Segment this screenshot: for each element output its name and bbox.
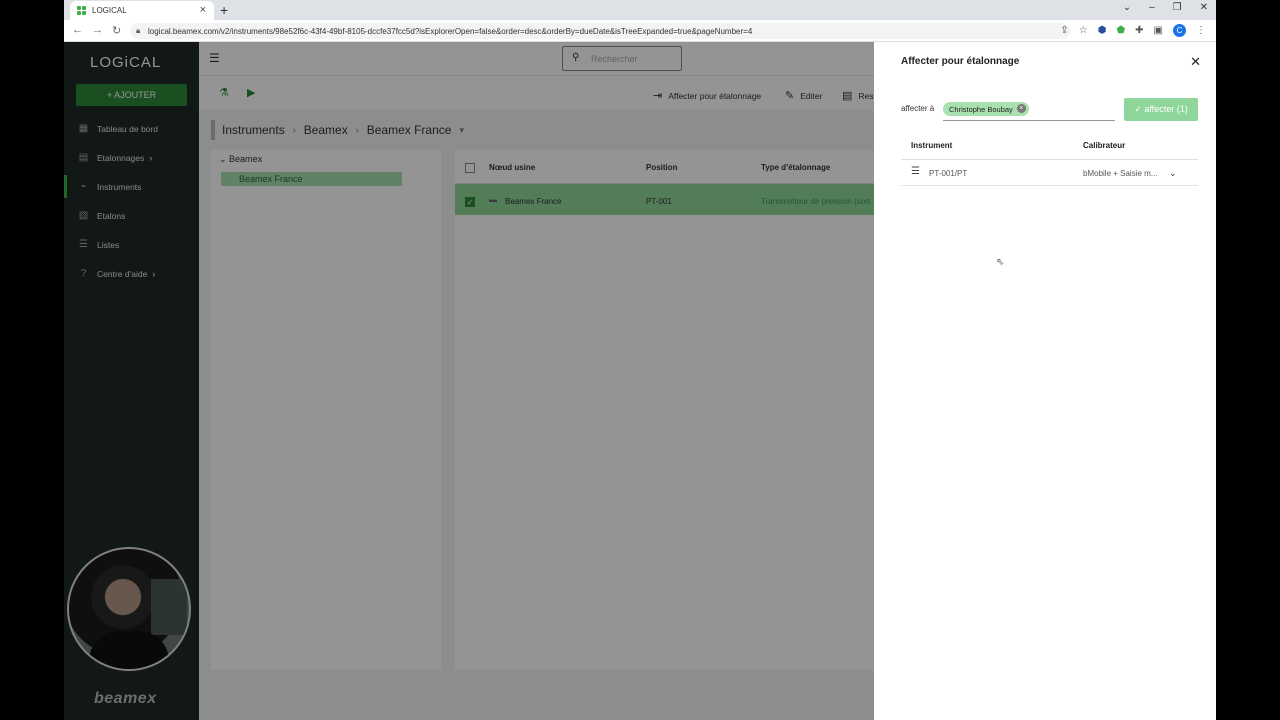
browser-tab-bar: LOGICAL × + ⌄ – ❐ ✕ [64, 0, 1216, 20]
reload-icon[interactable]: ↻ [112, 24, 121, 37]
browser-tab-title: LOGICAL [92, 6, 127, 15]
panel-title: Affecter pour étalonnage [901, 56, 1020, 67]
close-window-icon[interactable]: ✕ [1200, 2, 1208, 13]
share-icon[interactable]: ⇪ [1060, 25, 1068, 36]
instrument-cell: PT-001/PT [929, 169, 968, 178]
column-header: Calibrateur [1083, 141, 1126, 150]
transmitter-icon: ☰ [911, 166, 920, 177]
extensions-puzzle-icon[interactable]: ✚ [1135, 25, 1143, 36]
assign-button-label: affecter (1) [1144, 104, 1188, 114]
column-header: Instrument [911, 141, 953, 150]
browser-window: LOGICAL × + ⌄ – ❐ ✕ ← → ↻ 🔒︎ logical.bea… [64, 0, 1216, 720]
minimize-icon[interactable]: – [1149, 2, 1155, 13]
modal-backdrop[interactable] [64, 42, 874, 720]
back-icon[interactable]: ← [72, 24, 83, 37]
new-tab-icon[interactable]: + [220, 2, 228, 18]
tab-search-icon[interactable]: ⌄ [1123, 2, 1131, 13]
mouse-cursor-icon: ⇖ [996, 257, 1005, 268]
android-extension-icon[interactable]: ⬟ [1116, 25, 1125, 36]
assign-button[interactable]: ✓ affecter (1) [1124, 98, 1198, 121]
check-icon: ✓ [1134, 104, 1145, 114]
sidebar-panel-icon[interactable]: ▣ [1154, 25, 1163, 36]
assignee-name: Christophe Boubay [949, 105, 1013, 114]
browser-extensions: ⇪ ☆ ⬢ ⬟ ✚ ▣ C ⋮ [1060, 24, 1206, 37]
window-controls: ⌄ – ❐ ✕ [1123, 2, 1208, 13]
url-field[interactable]: 🔒︎ logical.beamex.com/v2/instruments/98e… [130, 23, 1070, 39]
close-icon[interactable]: ✕ [1190, 54, 1201, 70]
chevron-down-icon[interactable]: ⌄ [1169, 168, 1177, 179]
address-bar-row: ← → ↻ 🔒︎ logical.beamex.com/v2/instrumen… [64, 20, 1216, 42]
nav-buttons: ← → ↻ [72, 24, 121, 37]
shield-extension-icon[interactable]: ⬢ [1098, 25, 1107, 36]
close-tab-icon[interactable]: × [200, 4, 206, 16]
remove-chip-icon[interactable]: × [1016, 104, 1026, 113]
lock-icon: 🔒︎ [136, 26, 141, 35]
browser-tab[interactable]: LOGICAL × [70, 1, 214, 20]
logical-favicon-icon [77, 6, 86, 15]
profile-avatar[interactable]: C [1173, 24, 1186, 37]
assign-calibration-panel: Affecter pour étalonnage ✕ affecter à Ch… [874, 42, 1216, 720]
assign-to-label: affecter à [901, 104, 935, 113]
table-row: ☰ PT-001/PT bMobile + Saisie m... ⌄ [901, 160, 1198, 186]
forward-icon[interactable]: → [92, 24, 103, 37]
bookmark-star-icon[interactable]: ☆ [1079, 25, 1088, 36]
assignee-chip: Christophe Boubay × [943, 102, 1029, 116]
app-root: LOGiCAL + AJOUTER ▦ Tableau de bord ▤ Et… [64, 42, 1216, 720]
calibrator-select[interactable]: bMobile + Saisie m... [1083, 169, 1157, 178]
browser-menu-icon[interactable]: ⋮ [1196, 25, 1206, 36]
assignee-field[interactable]: Christophe Boubay × [943, 99, 1115, 121]
restore-icon[interactable]: ❐ [1173, 2, 1182, 13]
url-text: logical.beamex.com/v2/instruments/98e52f… [148, 27, 753, 36]
